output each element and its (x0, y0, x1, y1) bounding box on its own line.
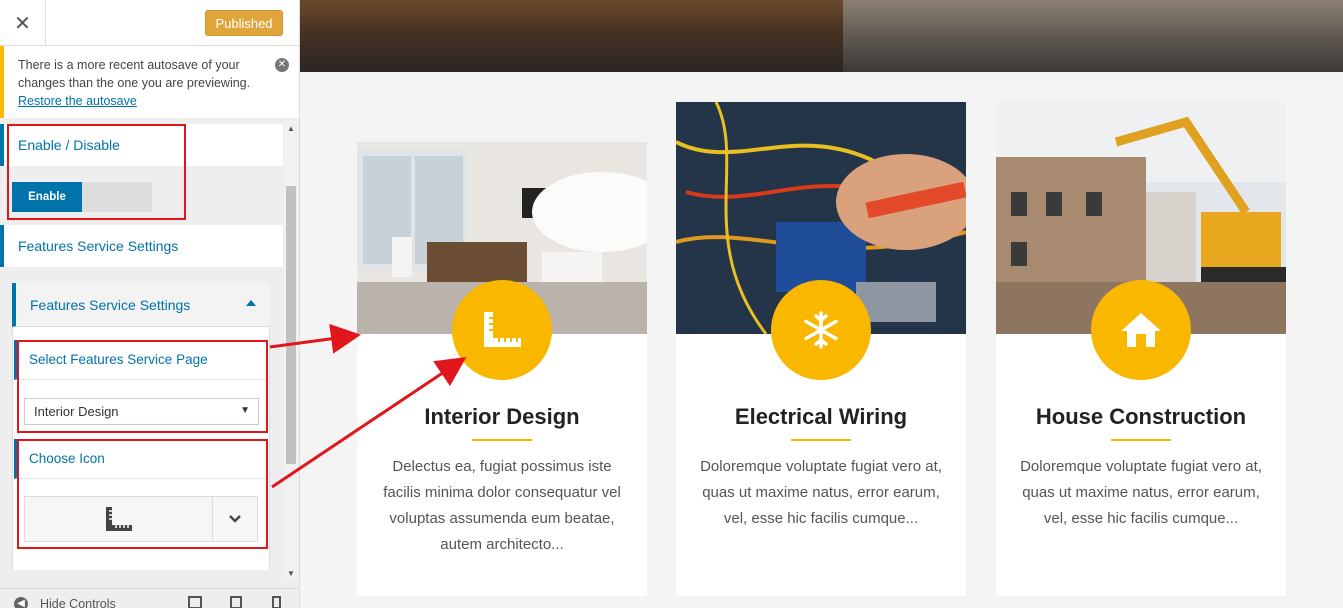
annotation-arrows (269, 323, 467, 489)
arrow-to-card-icon (271, 356, 467, 489)
arrow-to-card-image (269, 323, 361, 354)
